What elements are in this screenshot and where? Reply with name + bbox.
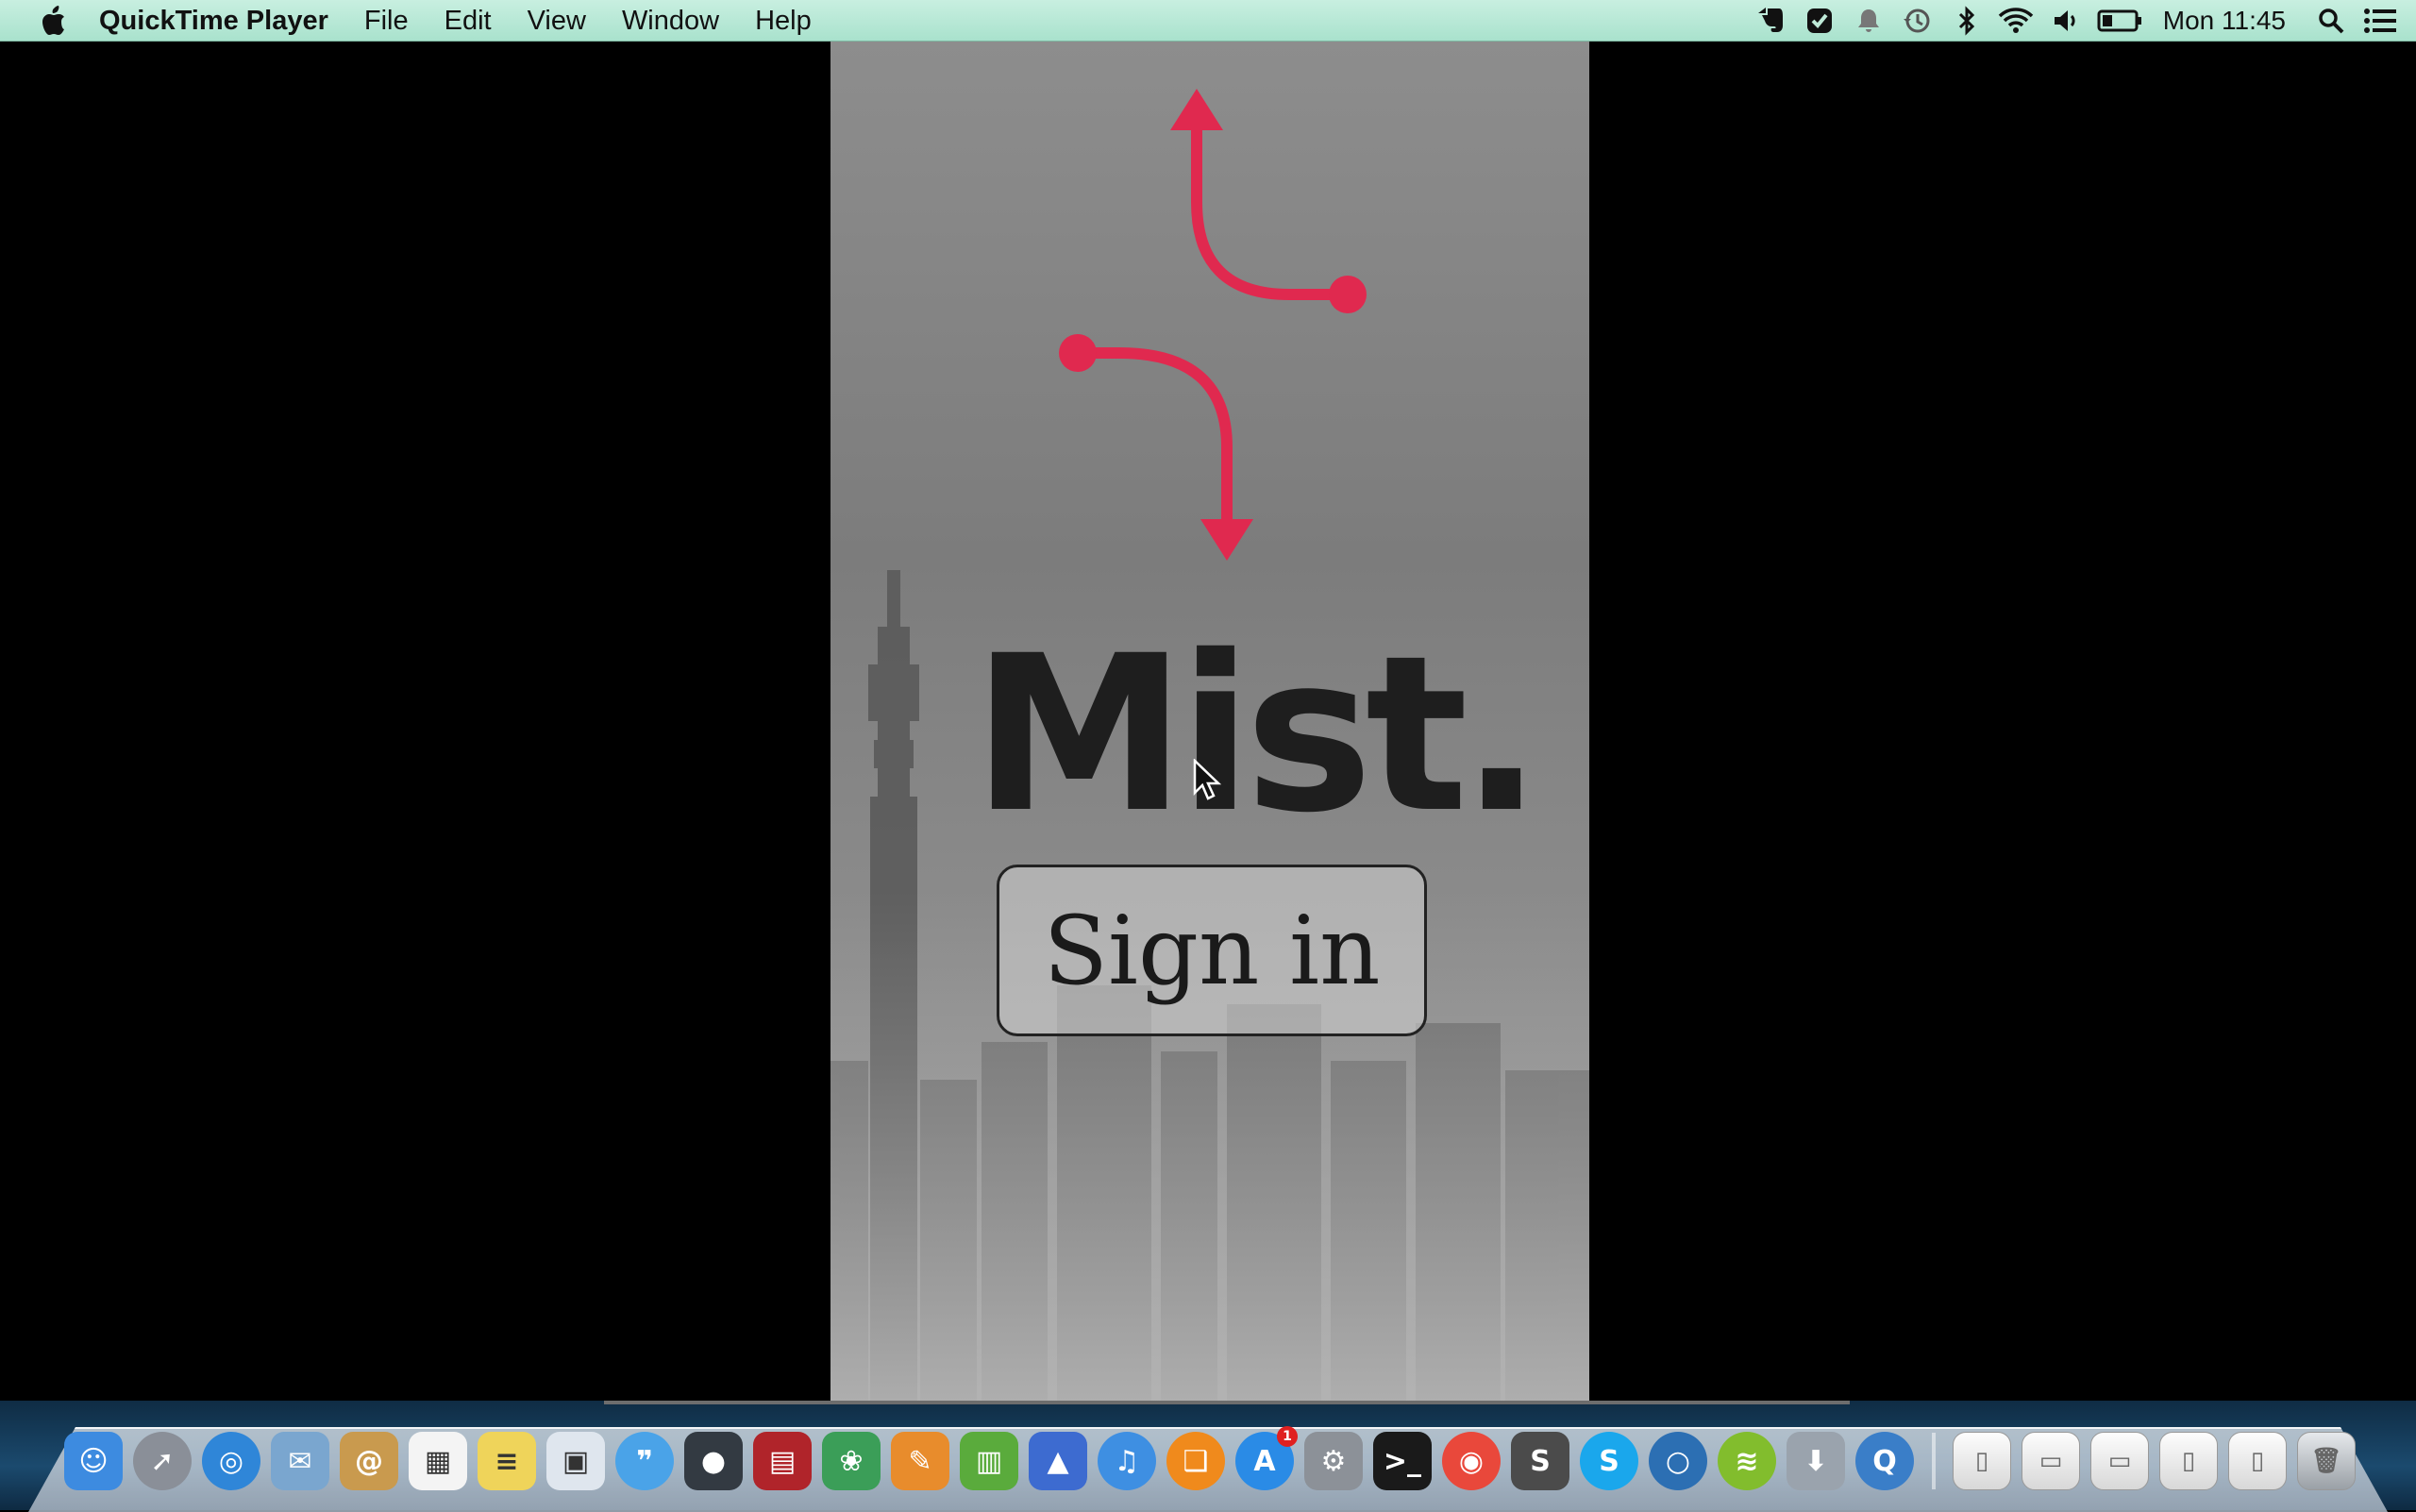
- app-name-menu[interactable]: QuickTime Player: [81, 0, 346, 42]
- trash-icon[interactable]: 🗑: [2297, 1432, 2356, 1490]
- launchpad-icon[interactable]: ➚: [133, 1432, 192, 1490]
- volume-icon[interactable]: [2046, 2, 2084, 40]
- document-stack-icon[interactable]: ▯: [1953, 1432, 2011, 1490]
- evernote-icon[interactable]: [1752, 2, 1789, 40]
- menu-clock[interactable]: Mon 11:45: [2150, 6, 2307, 36]
- pages-icon[interactable]: ✎: [891, 1432, 949, 1490]
- folder-stack-icon[interactable]: ▭: [2090, 1432, 2149, 1490]
- dock-separator: [1932, 1433, 1936, 1489]
- skype-icon[interactable]: S: [1580, 1432, 1638, 1490]
- ibooks-icon[interactable]: ❑: [1166, 1432, 1225, 1490]
- notes-icon[interactable]: ≡: [478, 1432, 536, 1490]
- apple-menu-icon[interactable]: [34, 2, 72, 40]
- finder-icon[interactable]: ☺: [64, 1432, 123, 1490]
- safari-icon[interactable]: ◎: [202, 1432, 260, 1490]
- folder-stack-icon[interactable]: ▭: [2022, 1432, 2080, 1490]
- preview-icon[interactable]: ▣: [546, 1432, 605, 1490]
- menu-file[interactable]: File: [346, 0, 427, 42]
- iphoto-icon[interactable]: ❀: [822, 1432, 881, 1490]
- terminal-icon[interactable]: >_: [1373, 1432, 1432, 1490]
- menu-view[interactable]: View: [510, 0, 604, 42]
- numbers-icon[interactable]: ▥: [960, 1432, 1018, 1490]
- spotify-icon[interactable]: ≋: [1718, 1432, 1776, 1490]
- task-check-icon[interactable]: [1801, 2, 1838, 40]
- video-frame[interactable]: Mist. Sign in: [830, 42, 1589, 1401]
- system-preferences-icon[interactable]: ⚙: [1304, 1432, 1363, 1490]
- notification-bell-icon[interactable]: [1850, 2, 1888, 40]
- quicktime-icon[interactable]: Q: [1855, 1432, 1914, 1490]
- menu-bar: QuickTime Player File Edit View Window H…: [0, 0, 2416, 42]
- bluetooth-icon[interactable]: [1948, 2, 1986, 40]
- photo-booth-icon[interactable]: ▤: [753, 1432, 812, 1490]
- sign-in-button[interactable]: Sign in: [997, 865, 1427, 1036]
- messages-icon[interactable]: ❞: [615, 1432, 674, 1490]
- battery-icon[interactable]: [2095, 2, 2144, 40]
- app-store-icon[interactable]: A1: [1235, 1426, 1298, 1490]
- mist-logo-text: Mist.: [972, 609, 1542, 860]
- document-stack-icon[interactable]: ▯: [2228, 1432, 2287, 1490]
- contacts-icon[interactable]: @: [340, 1432, 398, 1490]
- dock: ☺ ➚ ◎ ✉ @ ▦ ≡ ▣ ❞ ● ▤ ❀ ✎ ▥ ▲ ♫ ❑ A 1 ⚙ >_ ◉ S S ○ ≋ ⬇ Q ▯ ▭ ▭ ▯ ▯ 🗑: [64, 1423, 2366, 1499]
- keynote-icon[interactable]: ▲: [1029, 1432, 1087, 1490]
- video-scrubber[interactable]: [604, 1401, 1850, 1404]
- time-machine-icon[interactable]: [1899, 2, 1937, 40]
- menu-window[interactable]: Window: [604, 0, 737, 42]
- spotlight-search-icon[interactable]: [2312, 2, 2350, 40]
- mail-icon[interactable]: ✉: [271, 1432, 329, 1490]
- sublime-text-icon[interactable]: S: [1511, 1432, 1569, 1490]
- itunes-icon[interactable]: ♫: [1098, 1432, 1156, 1490]
- document-stack-icon[interactable]: ▯: [2159, 1432, 2218, 1490]
- wifi-icon[interactable]: [1997, 2, 2035, 40]
- chat-icon[interactable]: ○: [1649, 1432, 1707, 1490]
- mouse-cursor-icon: [1193, 759, 1221, 800]
- app-store-badge: 1: [1277, 1426, 1298, 1447]
- menu-edit[interactable]: Edit: [427, 0, 510, 42]
- chrome-icon[interactable]: ◉: [1442, 1432, 1501, 1490]
- notification-center-icon[interactable]: [2361, 2, 2399, 40]
- calendar-icon[interactable]: ▦: [409, 1432, 467, 1490]
- facetime-icon[interactable]: ●: [684, 1432, 743, 1490]
- menu-help[interactable]: Help: [737, 0, 830, 42]
- downloads-icon[interactable]: ⬇: [1787, 1432, 1845, 1490]
